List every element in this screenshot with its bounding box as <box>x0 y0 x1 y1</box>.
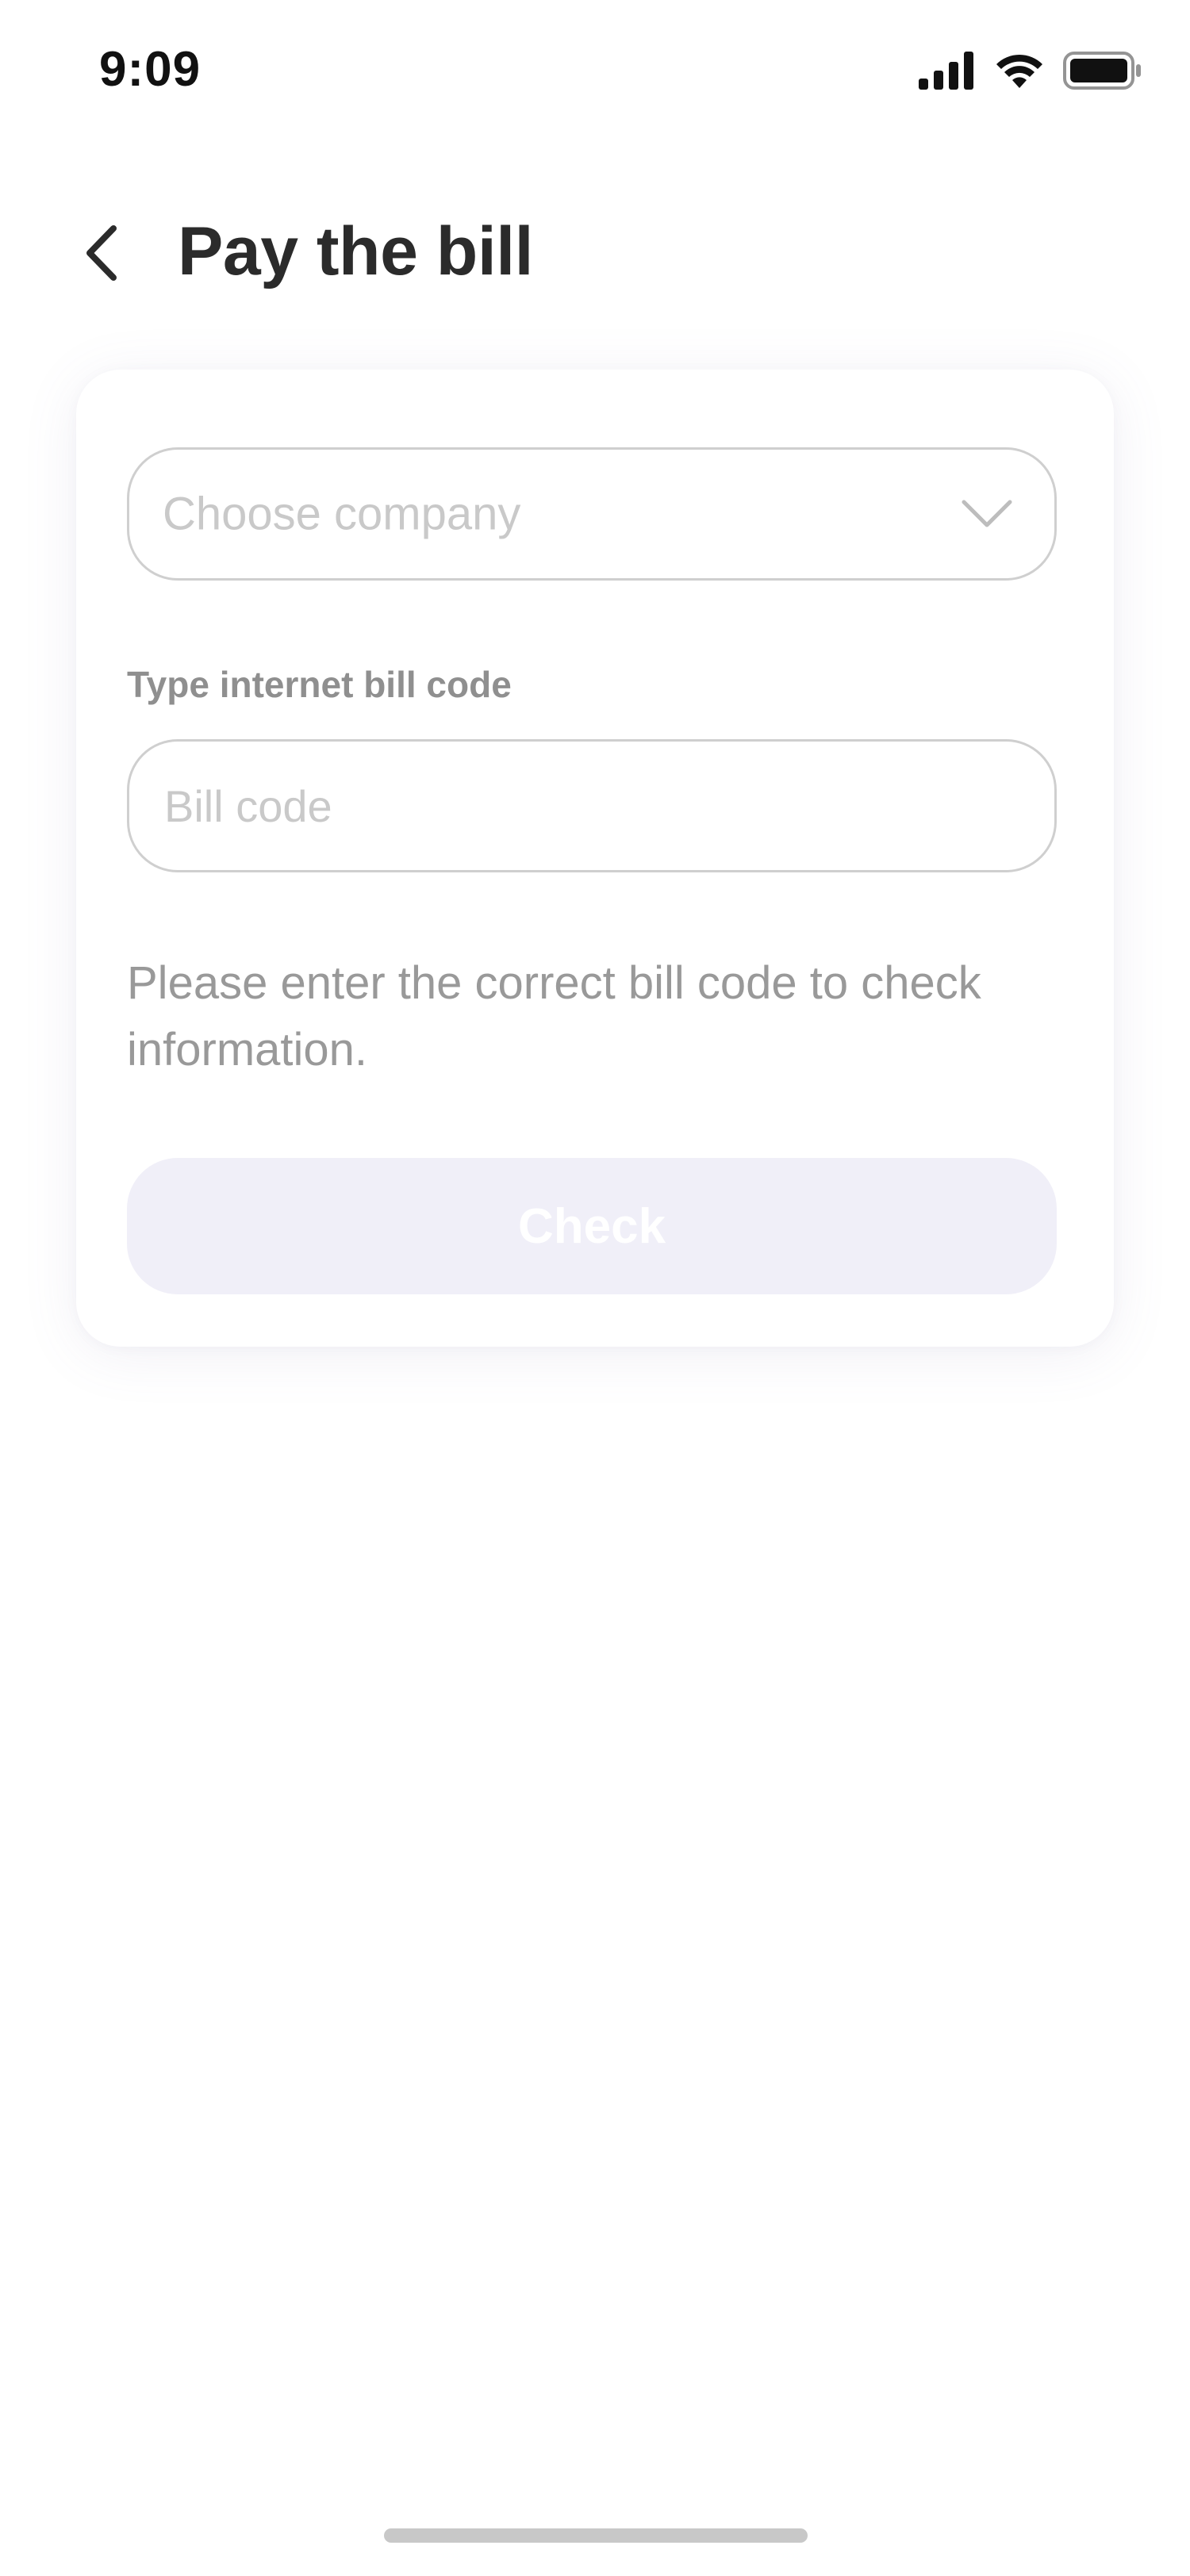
cellular-signal-icon <box>919 52 976 94</box>
battery-icon <box>1063 51 1142 94</box>
back-button[interactable] <box>73 220 129 289</box>
header: Pay the bill <box>0 198 1190 309</box>
bill-form-card: Choose company Type internet bill code P… <box>76 370 1114 1347</box>
chevron-left-icon <box>83 224 118 286</box>
home-indicator <box>384 2528 808 2543</box>
company-select-placeholder: Choose company <box>163 488 521 540</box>
wifi-icon <box>993 52 1046 94</box>
company-select[interactable]: Choose company <box>127 447 1057 581</box>
status-icons <box>919 51 1142 94</box>
check-button[interactable]: Check <box>127 1158 1057 1294</box>
help-text: Please enter the correct bill code to ch… <box>127 957 981 1075</box>
bill-code-input[interactable] <box>127 739 1057 872</box>
page-title: Pay the bill <box>178 213 534 289</box>
chevron-down-icon <box>961 498 1013 530</box>
bill-code-label: Type internet bill code <box>127 664 512 705</box>
status-time: 9:09 <box>99 42 202 97</box>
status-bar: 9:09 <box>0 0 1190 143</box>
